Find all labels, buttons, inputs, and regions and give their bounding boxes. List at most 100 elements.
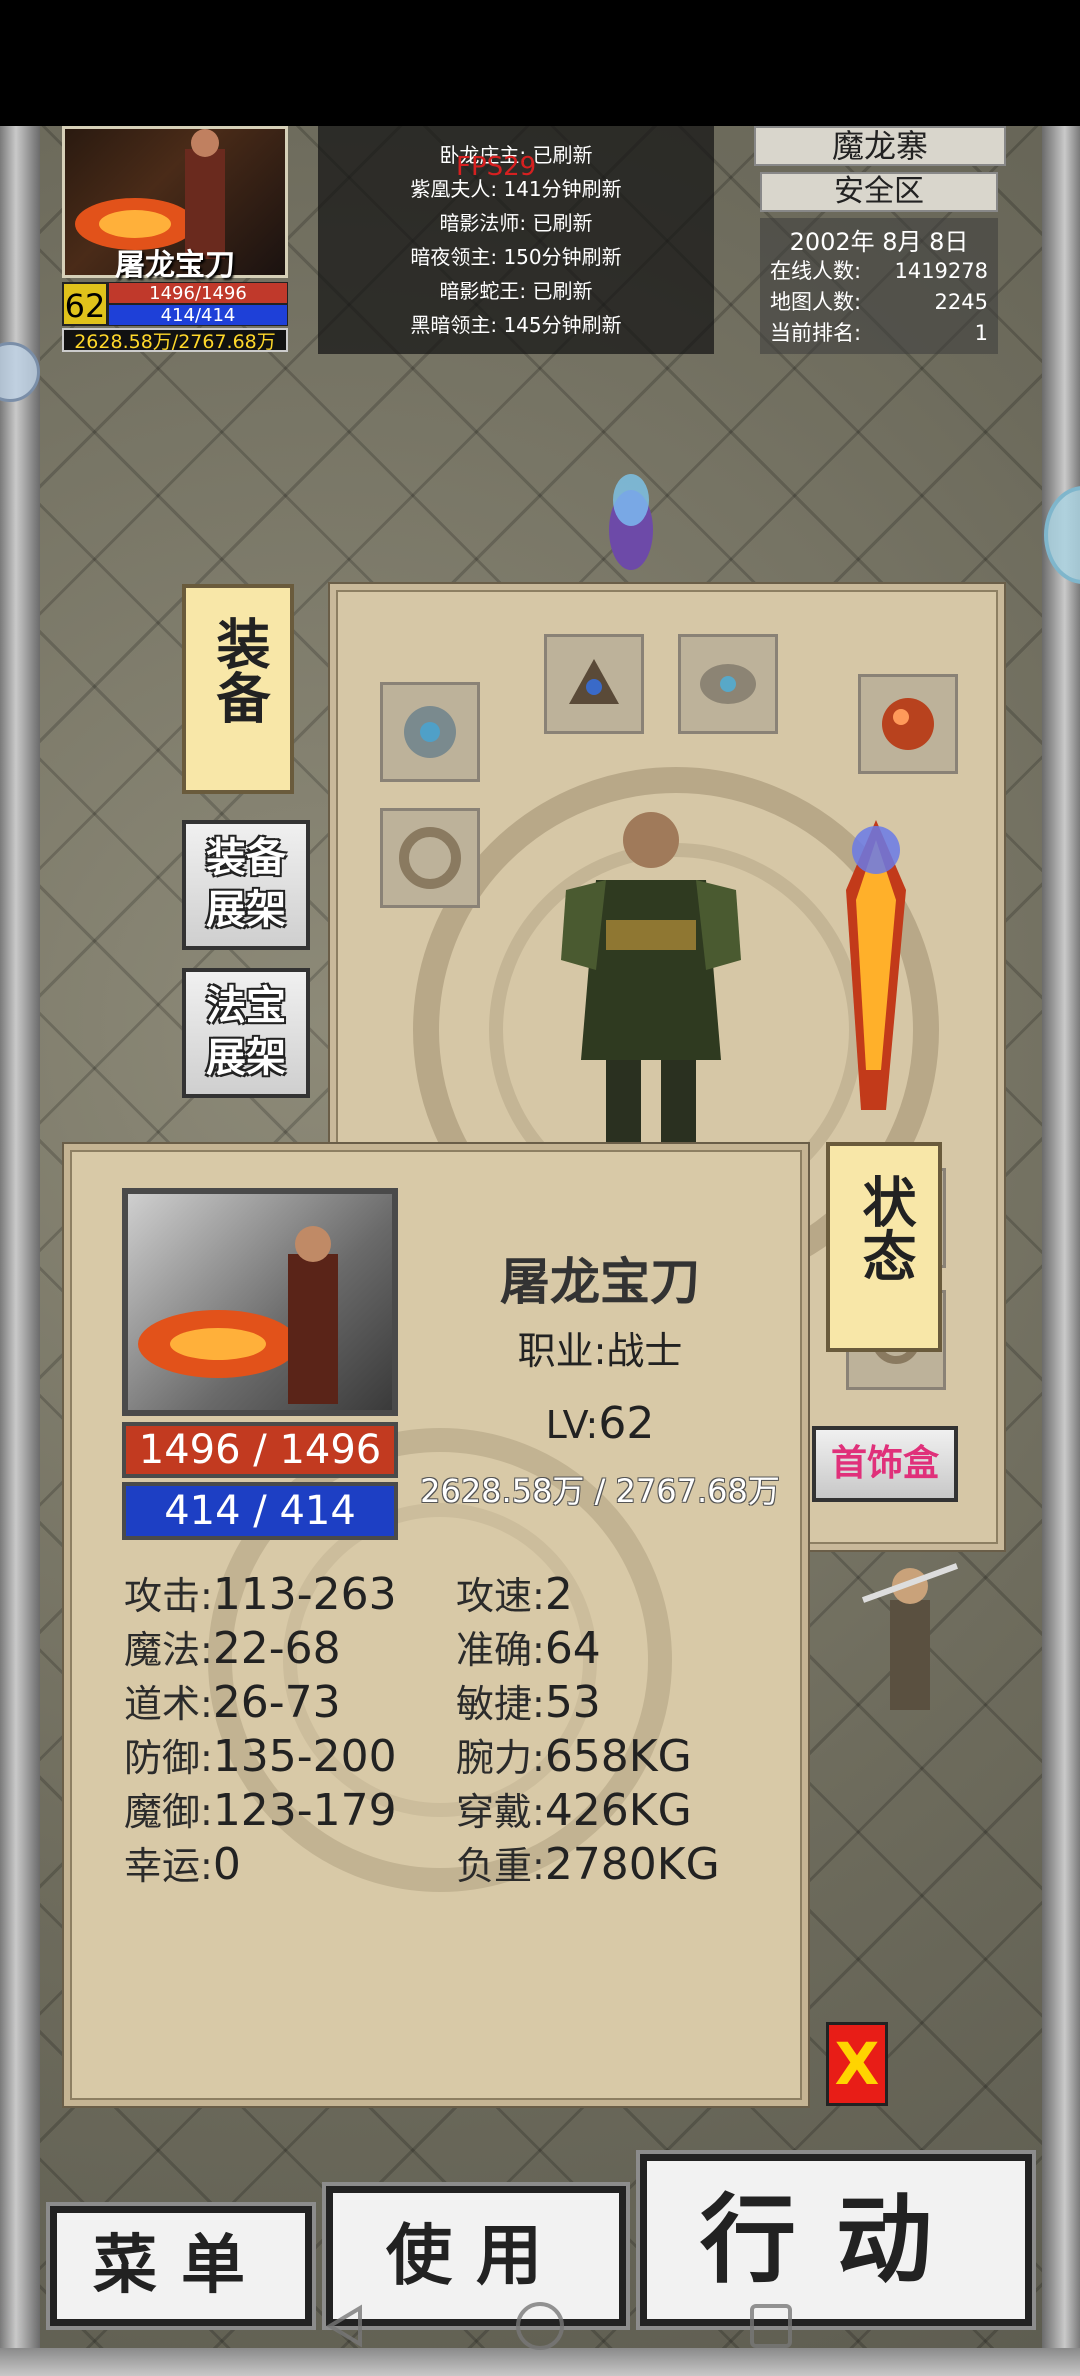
stat-value: 426KG [544, 1785, 692, 1836]
map-name: 魔龙寨 [754, 126, 1006, 166]
fps-counter: FPS29 [456, 152, 537, 182]
level-label: LV: [545, 1403, 599, 1447]
stat-value: 113-263 [212, 1569, 397, 1620]
stat-label: 负重: [456, 1844, 545, 1888]
status-panel: 1496 / 1496 414 / 414 屠龙宝刀 职业:战士 LV:62 2… [64, 1144, 808, 2106]
close-button[interactable]: X [826, 2022, 888, 2106]
stat-row: 魔御:123-179 [124, 1784, 444, 1838]
tab-equipment[interactable]: 装备 [182, 584, 294, 794]
equip-slot-necklace[interactable] [380, 682, 480, 782]
jewelry-box-button[interactable]: 首饰盒 [812, 1426, 958, 1502]
weapon-dragon-blade[interactable] [806, 810, 946, 1130]
online-value: 1419278 [894, 259, 988, 283]
status-mp-bar: 414 / 414 [122, 1482, 398, 1540]
stat-label: 幸运: [124, 1844, 213, 1888]
boss-row: 黑暗领主: 145分钟刷新 [410, 313, 622, 337]
stat-label: 穿戴: [456, 1790, 545, 1834]
status-portrait-art [138, 1226, 338, 1404]
stat-label: 准确: [456, 1628, 545, 1672]
home-icon[interactable] [516, 2302, 564, 2350]
frame-left [0, 126, 40, 2376]
equip-slot-orb[interactable] [858, 674, 958, 774]
guard-sprite[interactable] [850, 1560, 970, 1720]
status-exp: 2628.58万 / 2767.68万 [420, 1472, 780, 1510]
status-hp-bar: 1496 / 1496 [122, 1422, 398, 1478]
stat-row: 防御:135-200 [124, 1730, 444, 1784]
tab-equipment-label: 装备 [207, 616, 270, 724]
boss-row: 暗影法师: 已刷新 [439, 211, 593, 235]
treasure-rack-label-1: 法宝 [206, 983, 286, 1029]
exp-bar: 2628.58万/2767.68万 [62, 328, 288, 352]
stat-value: 123-179 [212, 1785, 397, 1836]
online-label: 在线人数: [770, 259, 862, 283]
back-icon[interactable] [326, 2304, 362, 2348]
stat-label: 攻击: [124, 1574, 213, 1618]
stat-row: 魔法:22-68 [124, 1622, 444, 1676]
game-date: 2002年 8月 8日 [789, 228, 969, 256]
status-portrait [122, 1188, 398, 1416]
helmet-icon [569, 659, 619, 704]
status-character-name: 屠龙宝刀 [500, 1253, 700, 1311]
recents-icon[interactable] [750, 2304, 792, 2348]
equipment-rack-label-1: 装备 [206, 835, 286, 881]
equipment-rack-button[interactable]: 装备 展架 [182, 820, 310, 950]
stat-row: 穿戴:426KG [456, 1784, 786, 1838]
equip-slot-bracelet[interactable] [380, 808, 480, 908]
stat-value: 2 [544, 1569, 573, 1620]
stat-row: 攻速:2 [456, 1568, 786, 1622]
npc-sprite[interactable] [586, 470, 676, 580]
stats-right: 攻速:2 准确:64 敏捷:53 腕力:658KG 穿戴:426KG 负重:27… [456, 1568, 786, 1892]
zone-label: 安全区 [760, 172, 998, 212]
stat-label: 魔御: [124, 1790, 213, 1834]
system-nav-bar [326, 2302, 792, 2350]
mp-bar: 414/414 [108, 304, 288, 326]
stat-label: 魔法: [124, 1628, 213, 1672]
stat-row: 腕力:658KG [456, 1730, 786, 1784]
medal-icon [700, 664, 756, 704]
boss-row: 暗夜领主: 150分钟刷新 [410, 245, 622, 269]
stat-row: 准确:64 [456, 1622, 786, 1676]
stat-value: 53 [544, 1677, 601, 1728]
stat-row: 敏捷:53 [456, 1676, 786, 1730]
bracelet-icon [399, 827, 461, 889]
status-level: LV:62 [410, 1398, 790, 1449]
rank-label: 当前排名: [770, 321, 862, 345]
frame-right [1042, 126, 1080, 2376]
stat-value: 0 [212, 1839, 241, 1890]
stats-left: 攻击:113-263 魔法:22-68 道术:26-73 防御:135-200 … [124, 1568, 444, 1892]
equip-slot-helmet[interactable] [544, 634, 644, 734]
tab-status-label: 状态 [853, 1174, 916, 1282]
stat-row: 幸运:0 [124, 1838, 444, 1892]
player-name: 屠龙宝刀 [115, 248, 235, 283]
treasure-rack-button[interactable]: 法宝 展架 [182, 968, 310, 1098]
rank-value: 1 [974, 321, 988, 345]
stat-value: 2780KG [544, 1839, 720, 1890]
stat-row: 攻击:113-263 [124, 1568, 444, 1622]
server-info: 2002年 8月 8日 在线人数: 1419278 地图人数: 2245 当前排名:… [760, 218, 998, 354]
orb-icon [882, 698, 934, 750]
equip-slot-medal[interactable] [678, 634, 778, 734]
stat-row: 道术:26-73 [124, 1676, 444, 1730]
stat-value: 26-73 [212, 1677, 341, 1728]
level-value: 62 [598, 1398, 655, 1449]
stat-value: 22-68 [212, 1623, 341, 1674]
stat-row: 负重:2780KG [456, 1838, 786, 1892]
stat-label: 腕力: [456, 1736, 545, 1780]
tab-status[interactable]: 状态 [826, 1142, 942, 1352]
treasure-rack-label-2: 展架 [206, 1035, 286, 1081]
stat-value: 658KG [544, 1731, 692, 1782]
menu-button[interactable]: 菜单 [46, 2202, 316, 2330]
status-job: 职业:战士 [517, 1329, 683, 1373]
map-players-value: 2245 [934, 290, 988, 314]
map-players-label: 地图人数: [770, 290, 862, 314]
stat-label: 道术: [124, 1682, 213, 1726]
necklace-icon [404, 706, 456, 758]
player-level: 62 [62, 282, 108, 326]
hp-bar: 1496/1496 [108, 282, 288, 304]
stat-label: 防御: [124, 1736, 213, 1780]
equipment-rack-label-2: 展架 [206, 887, 286, 933]
stat-label: 攻速: [456, 1574, 545, 1618]
stat-value: 135-200 [212, 1731, 397, 1782]
boss-row: 暗影蛇王: 已刷新 [439, 279, 593, 303]
stat-value: 64 [544, 1623, 601, 1674]
